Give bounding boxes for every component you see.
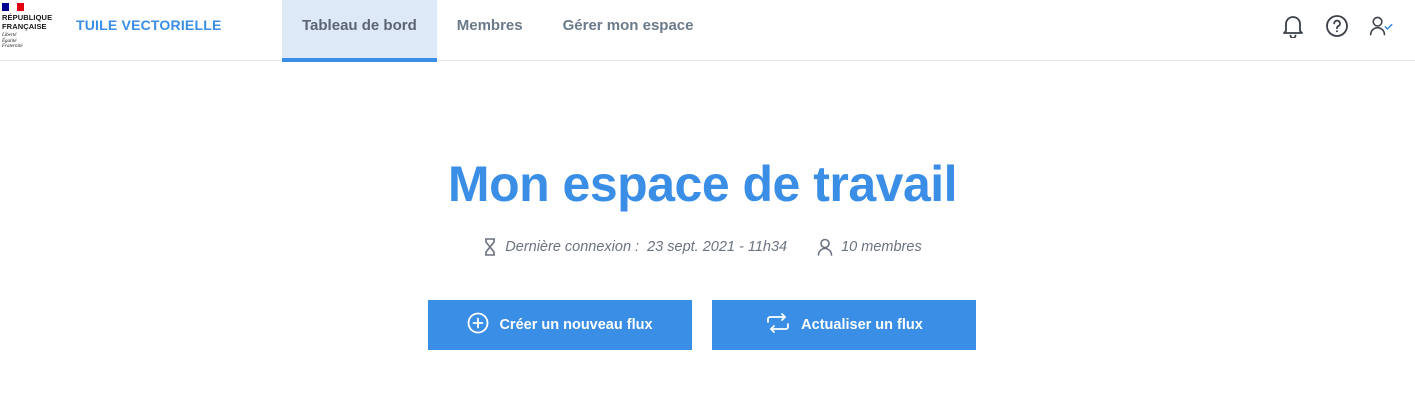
logo-motto: Liberté Égalité Fraternité	[2, 33, 23, 49]
create-flux-button[interactable]: Créer un nouveau flux	[428, 300, 692, 350]
help-icon[interactable]	[1325, 13, 1349, 39]
members-label: 10 membres	[841, 239, 922, 255]
flag-icon	[2, 3, 24, 11]
refresh-flux-label: Actualiser un flux	[801, 317, 923, 333]
refresh-icon	[765, 312, 791, 338]
header-icons	[1281, 13, 1393, 39]
workspace-meta: Dernière connexion : 23 sept. 2021 - 11h…	[0, 238, 1405, 256]
page-title: Mon espace de travail	[447, 156, 958, 212]
tab-membres[interactable]: Membres	[437, 0, 543, 61]
last-login-label: Dernière connexion :	[505, 239, 640, 255]
marianne-logo[interactable]: RÉPUBLIQUE FRANÇAISE Liberté Égalité Fra…	[2, 3, 62, 55]
logo-name: RÉPUBLIQUE FRANÇAISE	[2, 13, 53, 31]
create-flux-label: Créer un nouveau flux	[499, 317, 653, 333]
header: RÉPUBLIQUE FRANÇAISE Liberté Égalité Fra…	[0, 0, 1415, 62]
user-check-icon[interactable]	[1369, 13, 1393, 39]
last-login-value: 23 sept. 2021 - 11h34	[647, 239, 788, 255]
actions: Créer un nouveau flux Actualiser un flux	[428, 300, 976, 350]
user-icon	[817, 238, 833, 256]
plus-circle-icon	[467, 312, 489, 338]
members-count: 10 membres	[817, 238, 922, 256]
service-name[interactable]: TUILE VECTORIELLE	[76, 17, 222, 33]
main-nav: Tableau de bord Membres Gérer mon espace	[282, 0, 714, 62]
last-login: Dernière connexion : 23 sept. 2021 - 11h…	[483, 238, 787, 256]
tab-gerer-mon-espace[interactable]: Gérer mon espace	[543, 0, 714, 61]
tab-tableau-de-bord[interactable]: Tableau de bord	[282, 0, 437, 62]
refresh-flux-button[interactable]: Actualiser un flux	[712, 300, 976, 350]
bell-icon[interactable]	[1281, 13, 1305, 39]
hourglass-icon	[483, 238, 497, 256]
